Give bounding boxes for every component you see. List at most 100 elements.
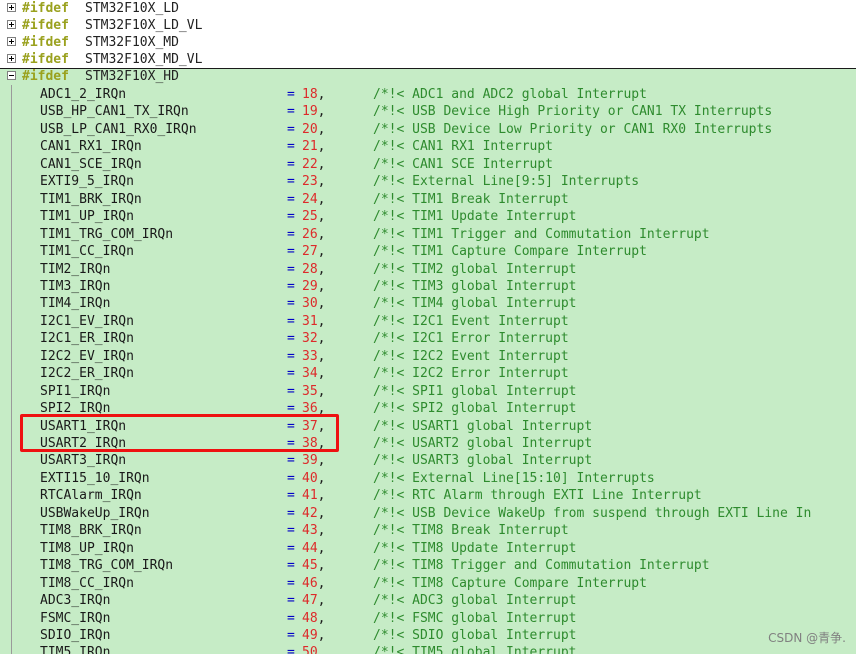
comma: , [317,139,326,155]
expand-fold-icon[interactable] [7,37,16,46]
code-line: USBWakeUp_IRQn = 42, /*!< USB Device WakeUp… [0,505,856,523]
enum-name: RTCAlarm_IRQn [40,488,142,504]
line-comment: /*!< CAN1 SCE Interrupt [373,156,554,172]
enum-value: 21 [302,139,318,155]
comma: , [317,313,326,329]
enum-value: 50 [302,645,318,654]
expand-fold-icon[interactable] [7,20,16,29]
enum-value: 31 [302,313,318,329]
comma: , [317,191,326,207]
assign-operator: = [287,121,295,137]
enum-name: TIM3_IRQn [40,278,111,294]
enum-value: 28 [302,261,318,277]
line-comment: /*!< I2C1 Error Interrupt [373,331,569,347]
enum-value-wrap: 33, [302,348,325,366]
enum-value-wrap: 25, [302,208,325,226]
comma: , [317,366,326,382]
enum-value: 35 [302,383,318,399]
assign-operator: = [287,366,295,382]
assign-operator: = [287,453,295,469]
code-line: TIM2_IRQn = 28, /*!< TIM2 global Interrupt [0,261,856,279]
enum-value-wrap: 31, [302,313,325,331]
assign-operator: = [287,505,295,521]
code-line: CAN1_SCE_IRQn = 22, /*!< CAN1 SCE Interrupt [0,156,856,174]
enum-value-wrap: 34, [302,365,325,383]
comma: , [317,627,326,643]
enum-value: 44 [302,540,318,556]
line-comment: /*!< TIM5 global Interrupt [373,645,577,654]
enum-name: I2C2_ER_IRQn [40,366,134,382]
enum-value-wrap: 42, [302,505,325,523]
enum-value-wrap: 24, [302,191,325,209]
preprocessor-keyword: #ifdef [22,18,69,33]
code-line: I2C1_ER_IRQn = 32, /*!< I2C1 Error Interrup… [0,330,856,348]
enum-value: 46 [302,575,318,591]
comma: , [317,558,326,574]
enum-name: TIM2_IRQn [40,261,111,277]
enum-name: CAN1_RX1_IRQn [40,139,142,155]
enum-name: SDIO_IRQn [40,627,111,643]
assign-operator: = [287,558,295,574]
line-comment: /*!< ADC3 global Interrupt [373,593,577,609]
line-comment: /*!< TIM1 Capture Compare Interrupt [373,244,647,260]
assign-operator: = [287,383,295,399]
line-comment: /*!< USART2 global Interrupt [373,436,593,451]
enum-value: 30 [302,296,318,312]
line-comment: /*!< TIM2 global Interrupt [373,261,577,277]
preprocessor-keyword: #ifdef [22,1,69,16]
assign-operator: = [287,331,295,347]
enum-value: 41 [302,488,318,504]
comma: , [317,226,326,242]
comma: , [317,348,326,364]
line-comment: /*!< USB Device WakeUp from suspend thro… [373,505,812,521]
comma: , [317,488,326,504]
enum-value-wrap: 22, [302,156,325,174]
enum-name: USBWakeUp_IRQn [40,505,150,521]
assign-operator: = [287,523,295,539]
enum-value: 27 [302,244,318,260]
assign-operator: = [287,313,295,329]
expand-fold-icon[interactable] [7,3,16,12]
enum-value: 22 [302,156,318,172]
fold-header-3: #ifdef STM32F10X_MD_VL [0,51,856,69]
code-line: USART3_IRQn = 39, /*!< USART3 global Interr… [0,452,856,470]
comma: , [317,505,326,521]
enum-name: TIM4_IRQn [40,296,111,312]
comma: , [317,610,326,626]
code-editor[interactable]: #ifdef STM32F10X_LD #ifdef STM32F10X_LD_VL #… [0,0,856,654]
code-line: TIM8_TRG_COM_IRQn = 45, /*!< TIM8 Trigger a… [0,557,856,575]
expand-fold-icon[interactable] [7,54,16,63]
enum-value: 23 [302,174,318,190]
line-comment: /*!< CAN1 RX1 Interrupt [373,139,554,155]
line-comment: /*!< USART3 global Interrupt [373,453,593,469]
enum-value: 33 [302,348,318,364]
comma: , [317,121,326,137]
line-comment: /*!< USART1 global Interrupt [373,418,593,434]
comma: , [317,261,326,277]
enum-value-wrap: 44, [302,540,325,558]
assign-operator: = [287,488,295,504]
collapse-fold-icon[interactable] [7,71,16,80]
enum-value: 39 [302,453,318,469]
enum-value: 42 [302,505,318,521]
comma: , [317,540,326,556]
enum-value: 48 [302,610,318,626]
preprocessor-symbol: STM32F10X_LD [85,1,179,16]
assign-operator: = [287,104,295,120]
enum-name: USART3_IRQn [40,453,127,469]
fold-header-4: #ifdef STM32F10X_HD [0,68,856,86]
enum-value: 26 [302,226,318,242]
comma: , [317,244,326,260]
line-comment: /*!< SPI1 global Interrupt [373,383,577,399]
code-line: TIM8_CC_IRQn = 46, /*!< TIM8 Capture Compar… [0,575,856,593]
code-line: TIM1_UP_IRQn = 25, /*!< TIM1 Update Interru… [0,208,856,226]
code-line: USB_LP_CAN1_RX0_IRQn = 20, /*!< USB Device … [0,121,856,139]
code-line: TIM8_BRK_IRQn = 43, /*!< TIM8 Break Interru… [0,522,856,540]
enum-value-wrap: 49, [302,627,325,645]
enum-value-wrap: 27, [302,243,325,261]
enum-value-wrap: 39, [302,452,325,470]
enum-value-wrap: 45, [302,557,325,575]
enum-value-wrap: 35, [302,383,325,401]
line-comment: /*!< TIM8 Capture Compare Interrupt [373,575,647,591]
assign-operator: = [287,139,295,155]
